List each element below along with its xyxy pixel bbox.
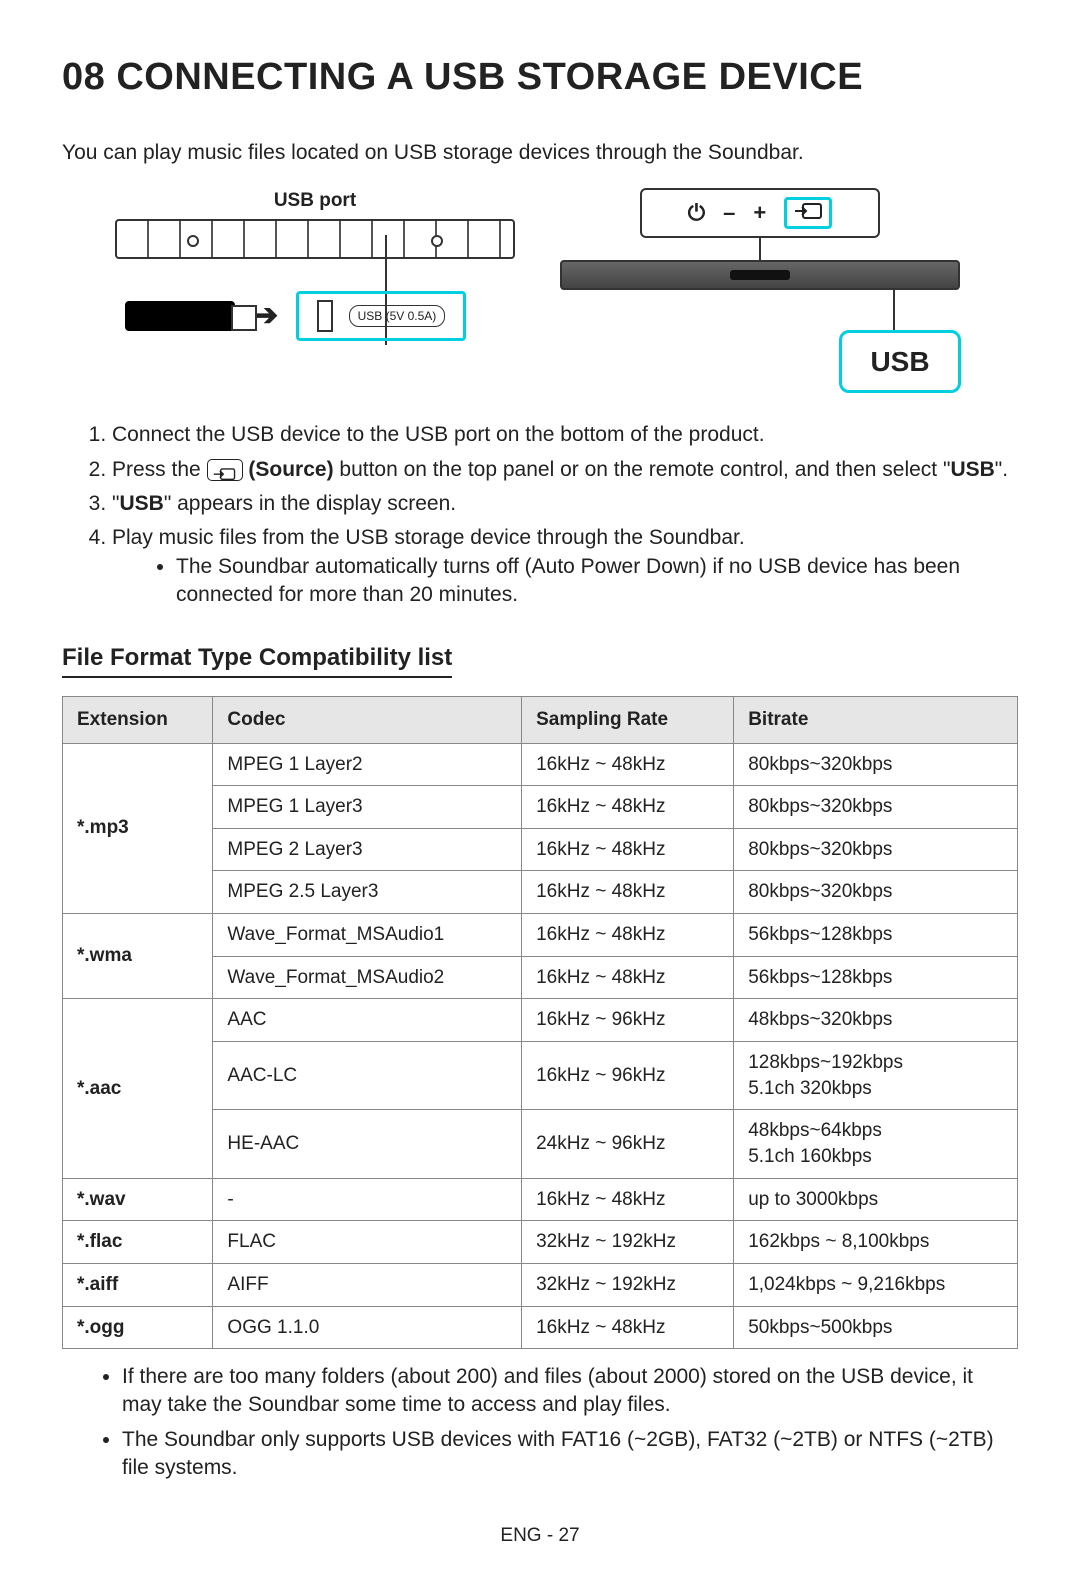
cell-ext: *.aac [63, 999, 213, 1178]
cell-rate: 16kHz ~ 48kHz [522, 956, 734, 999]
usb-port-illustration: USB (5V 0.5A) [296, 291, 466, 341]
diagram-top-panel: ⏻ – + USB [555, 188, 965, 394]
cell-rate: 16kHz ~ 48kHz [522, 1306, 734, 1349]
col-extension: Extension [63, 696, 213, 743]
step-3-text-c: " appears in the display screen. [164, 492, 456, 515]
cell-ext: *.mp3 [63, 743, 213, 914]
cell-codec: MPEG 1 Layer3 [213, 786, 522, 829]
cell-codec: OGG 1.1.0 [213, 1306, 522, 1349]
cell-codec: MPEG 1 Layer2 [213, 743, 522, 786]
step-2-text-c: button on the top panel or on the remote… [334, 458, 951, 481]
cell-codec: AAC [213, 999, 522, 1042]
usb-stick-icon [125, 301, 235, 331]
cell-ext: *.aiff [63, 1263, 213, 1306]
step-1: Connect the USB device to the USB port o… [112, 421, 1018, 449]
cell-rate: 16kHz ~ 96kHz [522, 1042, 734, 1110]
cell-bitrate: 48kbps~64kbps5.1ch 160kbps [734, 1110, 1018, 1178]
source-button-icon [784, 197, 832, 229]
cell-rate: 32kHz ~ 192kHz [522, 1263, 734, 1306]
cell-codec: MPEG 2 Layer3 [213, 828, 522, 871]
page-footer: ENG - 27 [62, 1523, 1018, 1549]
soundbar-front-illustration [560, 260, 960, 290]
cell-bitrate: 80kbps~320kbps [734, 786, 1018, 829]
notes-list: If there are too many folders (about 200… [62, 1363, 1018, 1482]
callout-line-icon [759, 238, 761, 260]
cell-bitrate: 56kbps~128kbps [734, 914, 1018, 957]
step-4-text: Play music files from the USB storage de… [112, 526, 745, 549]
cell-bitrate: 128kbps~192kbps5.1ch 320kbps [734, 1042, 1018, 1110]
port-slot-icon [317, 300, 333, 332]
col-bitrate: Bitrate [734, 696, 1018, 743]
cell-bitrate: up to 3000kbps [734, 1178, 1018, 1221]
cell-codec: MPEG 2.5 Layer3 [213, 871, 522, 914]
compat-table: Extension Codec Sampling Rate Bitrate *.… [62, 696, 1018, 1349]
cell-codec: HE-AAC [213, 1110, 522, 1178]
cell-bitrate: 162kbps ~ 8,100kbps [734, 1221, 1018, 1264]
cell-rate: 16kHz ~ 96kHz [522, 999, 734, 1042]
table-row: *.wma Wave_Format_MSAudio1 16kHz ~ 48kHz… [63, 914, 1018, 957]
cell-codec: Wave_Format_MSAudio2 [213, 956, 522, 999]
power-icon: ⏻ [688, 198, 705, 228]
step-4-sub: The Soundbar automatically turns off (Au… [176, 553, 1018, 610]
table-row: *.wav - 16kHz ~ 48kHz up to 3000kbps [63, 1178, 1018, 1221]
step-3-usb-label: USB [119, 492, 163, 515]
step-2-source-label: (Source) [243, 458, 334, 481]
cell-bitrate: 1,024kbps ~ 9,216kbps [734, 1263, 1018, 1306]
steps-list: Connect the USB device to the USB port o… [62, 421, 1018, 609]
table-row: *.ogg OGG 1.1.0 16kHz ~ 48kHz 50kbps~500… [63, 1306, 1018, 1349]
cell-ext: *.flac [63, 1221, 213, 1264]
usb-port-label: USB port [115, 188, 515, 214]
plus-icon: + [753, 198, 766, 228]
cell-bitrate: 50kbps~500kbps [734, 1306, 1018, 1349]
soundbar-bottom-illustration [115, 219, 515, 259]
cell-bitrate: 56kbps~128kbps [734, 956, 1018, 999]
cell-codec: Wave_Format_MSAudio1 [213, 914, 522, 957]
diagram-usb-connection: USB port ➔ USB (5V 0.5A) [115, 188, 515, 342]
table-row: *.aiff AIFF 32kHz ~ 192kHz 1,024kbps ~ 9… [63, 1263, 1018, 1306]
cell-ext: *.wma [63, 914, 213, 999]
section-title: 08 CONNECTING A USB STORAGE DEVICE [62, 52, 1018, 103]
cell-ext: *.wav [63, 1178, 213, 1221]
step-2-usb-label: USB [950, 458, 994, 481]
usb-port-badge: USB (5V 0.5A) [349, 305, 446, 327]
table-header-row: Extension Codec Sampling Rate Bitrate [63, 696, 1018, 743]
table-row: *.flac FLAC 32kHz ~ 192kHz 162kbps ~ 8,1… [63, 1221, 1018, 1264]
col-codec: Codec [213, 696, 522, 743]
table-row: *.aac AAC 16kHz ~ 96kHz 48kbps~320kbps [63, 999, 1018, 1042]
table-row: *.mp3 MPEG 1 Layer2 16kHz ~ 48kHz 80kbps… [63, 743, 1018, 786]
cell-ext: *.ogg [63, 1306, 213, 1349]
step-3: "USB" appears in the display screen. [112, 490, 1018, 518]
cell-rate: 16kHz ~ 48kHz [522, 1178, 734, 1221]
cell-bitrate: 80kbps~320kbps [734, 743, 1018, 786]
note-1: If there are too many folders (about 200… [122, 1363, 1018, 1420]
cell-bitrate: 48kbps~320kbps [734, 999, 1018, 1042]
cell-rate: 16kHz ~ 48kHz [522, 786, 734, 829]
cell-rate: 32kHz ~ 192kHz [522, 1221, 734, 1264]
cell-bitrate: 80kbps~320kbps [734, 871, 1018, 914]
compat-heading: File Format Type Compatibility list [62, 642, 452, 678]
callout-line-icon [893, 290, 895, 330]
cell-codec: - [213, 1178, 522, 1221]
source-inline-icon [207, 459, 243, 481]
step-2-text-a: Press the [112, 458, 207, 481]
step-4: Play music files from the USB storage de… [112, 524, 1018, 609]
cell-rate: 16kHz ~ 48kHz [522, 914, 734, 957]
cell-rate: 16kHz ~ 48kHz [522, 743, 734, 786]
cell-codec: AIFF [213, 1263, 522, 1306]
cell-bitrate: 80kbps~320kbps [734, 828, 1018, 871]
step-2-text-e: ". [995, 458, 1008, 481]
minus-icon: – [723, 198, 735, 228]
intro-text: You can play music files located on USB … [62, 139, 1018, 167]
cell-codec: FLAC [213, 1221, 522, 1264]
top-panel-illustration: ⏻ – + [640, 188, 880, 238]
step-2: Press the (Source) button on the top pan… [112, 456, 1018, 484]
cell-rate: 16kHz ~ 48kHz [522, 828, 734, 871]
cell-rate: 24kHz ~ 96kHz [522, 1110, 734, 1178]
col-sampling-rate: Sampling Rate [522, 696, 734, 743]
note-2: The Soundbar only supports USB devices w… [122, 1426, 1018, 1483]
diagram-container: USB port ➔ USB (5V 0.5A) ⏻ – + [62, 188, 1018, 394]
usb-display-bubble: USB [839, 330, 960, 394]
cell-codec: AAC-LC [213, 1042, 522, 1110]
cell-rate: 16kHz ~ 48kHz [522, 871, 734, 914]
